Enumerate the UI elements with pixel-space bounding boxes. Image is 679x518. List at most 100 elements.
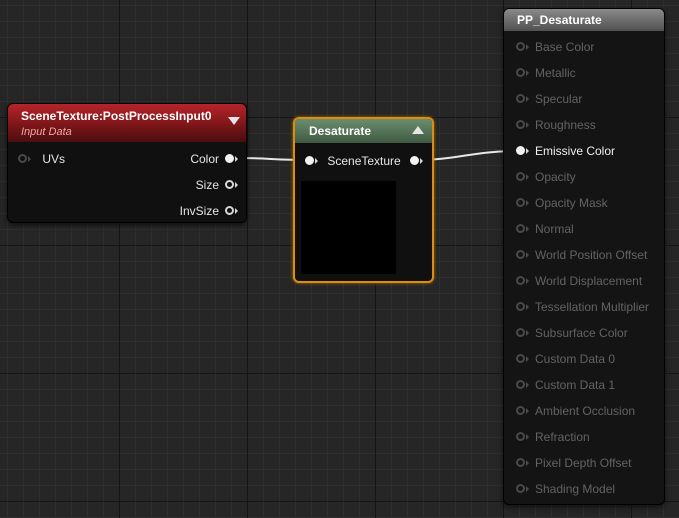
scene-texture-subtitle: Input Data bbox=[21, 126, 72, 138]
pin-label: Ambient Occlusion bbox=[535, 403, 636, 418]
pin-label: Opacity bbox=[535, 169, 576, 184]
pin-circle-icon[interactable] bbox=[516, 146, 525, 156]
pin-circle-icon[interactable] bbox=[225, 206, 234, 216]
pin-circle-icon[interactable] bbox=[225, 180, 234, 190]
input-pin-uvs[interactable]: UVs bbox=[18, 151, 65, 166]
pin-circle-icon[interactable] bbox=[516, 172, 525, 182]
pin-label: Emissive Color bbox=[535, 143, 616, 158]
input-pixel-depth-offset[interactable]: Pixel Depth Offset bbox=[516, 455, 632, 471]
pin-label: Pixel Depth Offset bbox=[535, 455, 632, 470]
result-header[interactable]: PP_Desaturate bbox=[504, 9, 664, 31]
pin-arrow-icon bbox=[235, 207, 238, 214]
input-custom-data-0[interactable]: Custom Data 0 bbox=[516, 351, 615, 367]
pin-arrow-icon bbox=[235, 181, 238, 188]
pin-circle-icon[interactable] bbox=[516, 120, 525, 130]
input-world-displacement[interactable]: World Displacement bbox=[516, 273, 642, 289]
input-metallic[interactable]: Metallic bbox=[516, 65, 576, 81]
material-result-node[interactable]: PP_Desaturate Base Color Metallic Specul… bbox=[503, 8, 665, 505]
output-pin-invsize[interactable]: InvSize bbox=[180, 203, 238, 218]
input-shading-model[interactable]: Shading Model bbox=[516, 481, 615, 497]
pin-circle-icon[interactable] bbox=[516, 406, 525, 416]
input-opacity[interactable]: Opacity bbox=[516, 169, 576, 185]
pin-label: Opacity Mask bbox=[535, 195, 608, 210]
scene-texture-node[interactable]: SceneTexture:PostProcessInput0 Input Dat… bbox=[7, 103, 247, 223]
triangle-down-icon[interactable] bbox=[228, 117, 240, 125]
pin-circle-icon[interactable] bbox=[516, 250, 525, 260]
pin-arrow-icon bbox=[526, 485, 529, 492]
pin-label: Specular bbox=[535, 91, 583, 106]
desaturate-node[interactable]: Desaturate SceneTexture bbox=[293, 117, 434, 283]
pin-circle-icon[interactable] bbox=[516, 68, 525, 78]
pin-circle-icon[interactable] bbox=[516, 432, 525, 442]
pin-arrow-icon bbox=[28, 155, 31, 162]
pin-label: InvSize bbox=[179, 203, 219, 218]
pin-label: SceneTexture bbox=[327, 153, 401, 168]
pin-label: Refraction bbox=[535, 429, 590, 444]
pin-arrow-icon bbox=[526, 251, 529, 258]
pin-arrow-icon bbox=[526, 173, 529, 180]
input-refraction[interactable]: Refraction bbox=[516, 429, 590, 445]
desaturate-header[interactable]: Desaturate bbox=[295, 119, 432, 143]
input-roughness[interactable]: Roughness bbox=[516, 117, 596, 133]
pin-circle-icon[interactable] bbox=[516, 276, 525, 286]
result-title: PP_Desaturate bbox=[517, 13, 602, 27]
pin-arrow-icon bbox=[526, 147, 529, 154]
pin-circle-icon[interactable] bbox=[410, 156, 419, 166]
scene-texture-header[interactable]: SceneTexture:PostProcessInput0 Input Dat… bbox=[8, 104, 246, 142]
pin-arrow-icon bbox=[526, 355, 529, 362]
pin-arrow-icon bbox=[526, 225, 529, 232]
pin-arrow-icon bbox=[526, 459, 529, 466]
input-pin-scenetexture[interactable]: SceneTexture bbox=[305, 153, 401, 168]
pin-arrow-icon bbox=[315, 157, 318, 164]
input-custom-data-1[interactable]: Custom Data 1 bbox=[516, 377, 615, 393]
output-pin-color[interactable]: Color bbox=[190, 151, 238, 166]
triangle-up-icon[interactable] bbox=[412, 126, 424, 134]
input-subsurface-color[interactable]: Subsurface Color bbox=[516, 325, 628, 341]
pin-label: World Position Offset bbox=[535, 247, 648, 262]
pin-arrow-icon bbox=[420, 157, 423, 164]
pin-arrow-icon bbox=[526, 277, 529, 284]
pin-circle-icon[interactable] bbox=[516, 302, 525, 312]
pin-arrow-icon bbox=[526, 95, 529, 102]
input-opacity-mask[interactable]: Opacity Mask bbox=[516, 195, 608, 211]
material-preview bbox=[301, 181, 396, 274]
pin-label: Custom Data 0 bbox=[535, 351, 616, 366]
pin-circle-icon[interactable] bbox=[516, 328, 525, 338]
output-pin-result[interactable] bbox=[410, 153, 423, 167]
pin-label: Color bbox=[190, 151, 219, 166]
pin-arrow-icon bbox=[526, 433, 529, 440]
pin-circle-icon[interactable] bbox=[516, 198, 525, 208]
pin-circle-icon[interactable] bbox=[516, 380, 525, 390]
pin-arrow-icon bbox=[526, 407, 529, 414]
desaturate-title: Desaturate bbox=[309, 124, 372, 138]
pin-circle-icon[interactable] bbox=[305, 156, 314, 166]
pin-circle-icon[interactable] bbox=[516, 94, 525, 104]
input-emissive-color[interactable]: Emissive Color bbox=[516, 143, 615, 159]
pin-arrow-icon bbox=[526, 121, 529, 128]
pin-arrow-icon bbox=[526, 381, 529, 388]
pin-arrow-icon bbox=[526, 43, 529, 50]
input-tessellation-multiplier[interactable]: Tessellation Multiplier bbox=[516, 299, 649, 315]
pin-label: Tessellation Multiplier bbox=[535, 299, 650, 314]
pin-arrow-icon bbox=[526, 199, 529, 206]
pin-label: Roughness bbox=[535, 117, 596, 132]
input-world-position-offset[interactable]: World Position Offset bbox=[516, 247, 647, 263]
pin-label: Custom Data 1 bbox=[535, 377, 616, 392]
pin-arrow-icon bbox=[526, 69, 529, 76]
pin-arrow-icon bbox=[526, 303, 529, 310]
pin-arrow-icon bbox=[235, 155, 238, 162]
input-specular[interactable]: Specular bbox=[516, 91, 582, 107]
pin-circle-icon[interactable] bbox=[225, 154, 234, 164]
pin-label: World Displacement bbox=[535, 273, 643, 288]
pin-circle-icon[interactable] bbox=[516, 224, 525, 234]
pin-circle-icon[interactable] bbox=[516, 354, 525, 364]
input-ambient-occlusion[interactable]: Ambient Occlusion bbox=[516, 403, 635, 419]
pin-circle-icon[interactable] bbox=[516, 458, 525, 468]
pin-label: Base Color bbox=[535, 39, 595, 54]
pin-circle-icon[interactable] bbox=[18, 154, 27, 164]
pin-circle-icon[interactable] bbox=[516, 42, 525, 52]
output-pin-size[interactable]: Size bbox=[196, 177, 238, 192]
input-normal[interactable]: Normal bbox=[516, 221, 574, 237]
pin-circle-icon[interactable] bbox=[516, 484, 525, 494]
input-base-color[interactable]: Base Color bbox=[516, 39, 594, 55]
